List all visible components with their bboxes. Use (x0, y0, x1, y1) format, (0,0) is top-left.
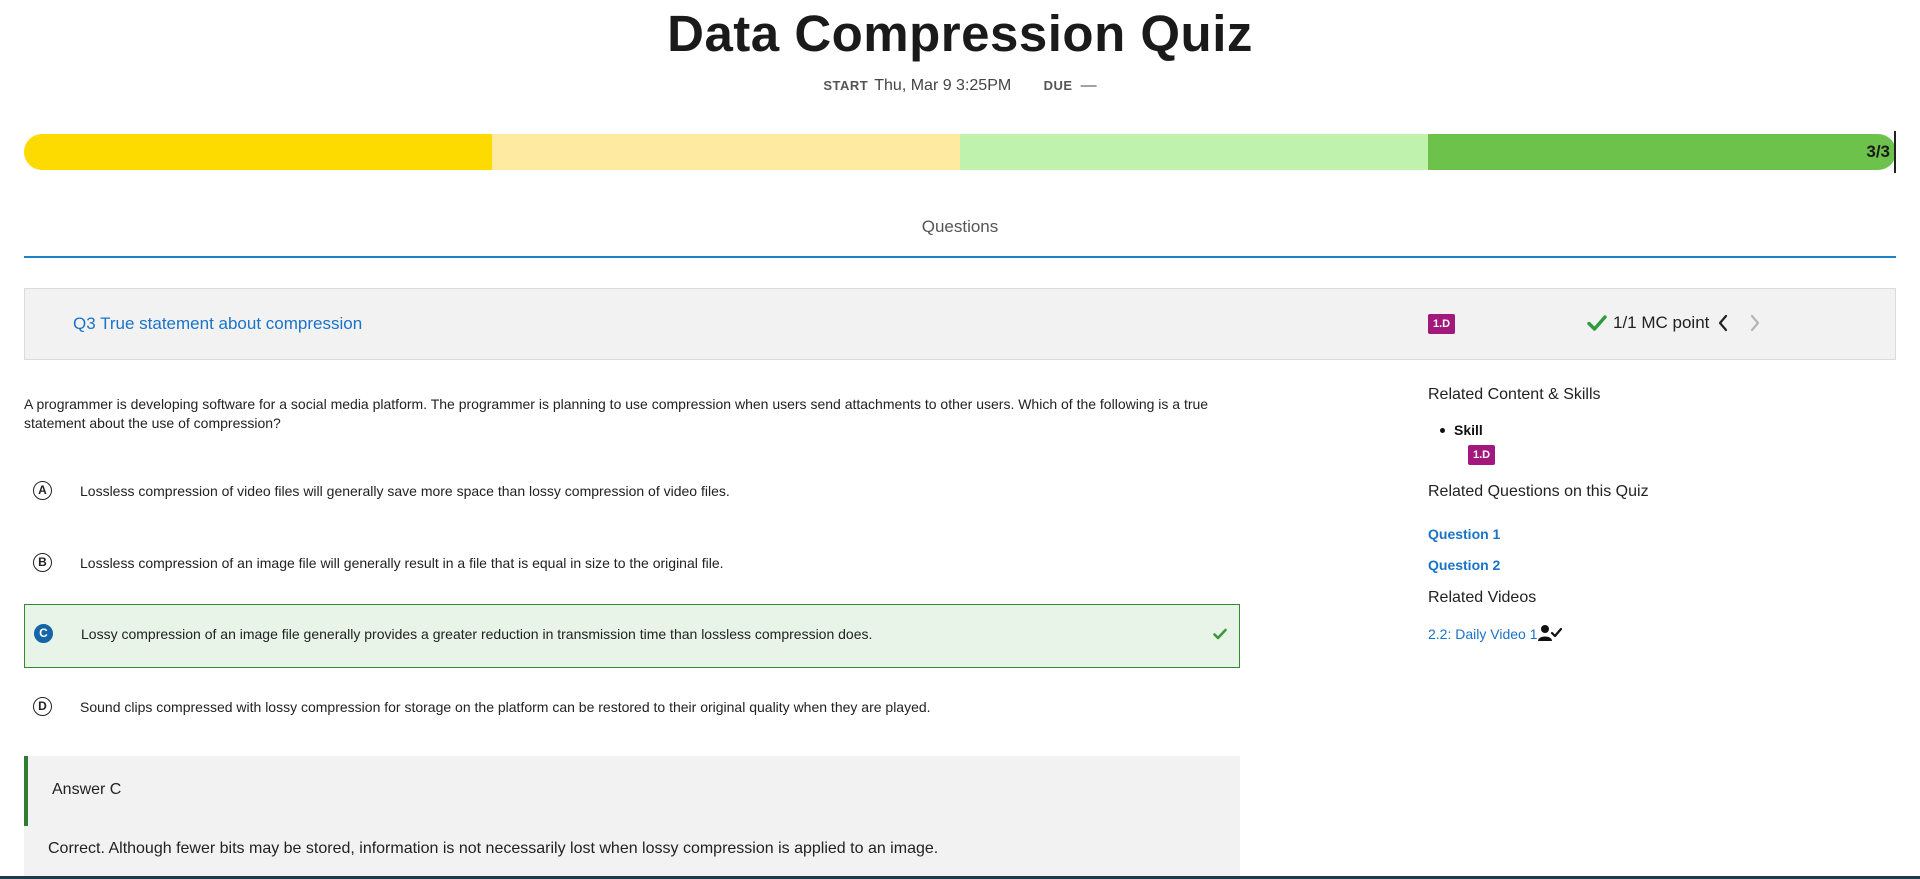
page-title: Data Compression Quiz (667, 5, 1253, 62)
progress-segment-2 (492, 134, 960, 170)
chevron-left-icon (1718, 314, 1728, 332)
choice-letter-c: C (34, 624, 53, 643)
previous-question-button[interactable] (1717, 313, 1729, 338)
progress-marker (1894, 131, 1896, 173)
choice-text-b: Lossless compression of an image file wi… (80, 555, 724, 571)
correct-check-icon (1213, 627, 1227, 645)
progress-bar: 3/3 (24, 134, 1896, 170)
due-value: — (1080, 77, 1097, 94)
skill-label: Skill (1440, 422, 1483, 438)
answer-panel: Answer C Correct. Although fewer bits ma… (24, 756, 1240, 879)
start-label: START (823, 78, 869, 93)
answer-accent-bar (24, 756, 28, 826)
check-icon (1587, 315, 1607, 331)
answer-title: Answer C (52, 781, 122, 798)
person-check-icon (1538, 624, 1563, 647)
quiz-dates: START Thu, Mar 9 3:25PM DUE — (0, 77, 1920, 95)
choice-letter-b: B (33, 553, 52, 572)
tab-questions[interactable]: Questions (922, 217, 999, 237)
choice-text-c: Lossy compression of an image file gener… (81, 626, 873, 642)
progress-count: 3/3 (1866, 142, 1890, 161)
skill-badge[interactable]: 1.D (1428, 314, 1456, 334)
choice-text-d: Sound clips compressed with lossy compre… (80, 699, 931, 715)
next-question-button[interactable] (1749, 313, 1761, 338)
related-videos-heading: Related Videos (1428, 589, 1537, 606)
due-label: DUE (1043, 78, 1073, 93)
score-text: 1/1 MC point (1613, 313, 1710, 332)
question-title[interactable]: Q3 True statement about compression (73, 314, 362, 334)
choice-d[interactable]: D Sound clips compressed with lossy comp… (24, 678, 1240, 740)
choice-a[interactable]: A Lossless compression of video files wi… (24, 462, 1240, 524)
related-question-2-link[interactable]: Question 2 (1428, 557, 1500, 573)
score: 1/1 MC point (1587, 313, 1709, 333)
choice-c[interactable]: C Lossy compression of an image file gen… (24, 604, 1240, 668)
choice-text-a: Lossless compression of video files will… (80, 483, 730, 499)
progress-segment-1 (24, 134, 492, 170)
tab-bar: Questions (24, 200, 1896, 258)
progress-segment-4: 3/3 (1428, 134, 1896, 170)
answer-explanation: Correct. Although fewer bits may be stor… (48, 840, 939, 857)
related-content-heading: Related Content & Skills (1428, 386, 1601, 403)
question-header: Q3 True statement about compression 1.D … (24, 288, 1896, 360)
related-questions-heading: Related Questions on this Quiz (1428, 483, 1649, 500)
chevron-right-icon (1750, 314, 1760, 332)
sidebar-skill-badge[interactable]: 1.D (1468, 445, 1496, 465)
related-question-1-link[interactable]: Question 1 (1428, 526, 1500, 542)
start-value: Thu, Mar 9 3:25PM (874, 77, 1012, 94)
choice-b[interactable]: B Lossless compression of an image file … (24, 534, 1240, 596)
question-prompt: A programmer is developing software for … (24, 396, 1209, 431)
choice-letter-a: A (33, 481, 52, 500)
progress-segment-3 (960, 134, 1428, 170)
choice-letter-d: D (33, 697, 52, 716)
related-video-link[interactable]: 2.2: Daily Video 1 (1428, 626, 1537, 642)
